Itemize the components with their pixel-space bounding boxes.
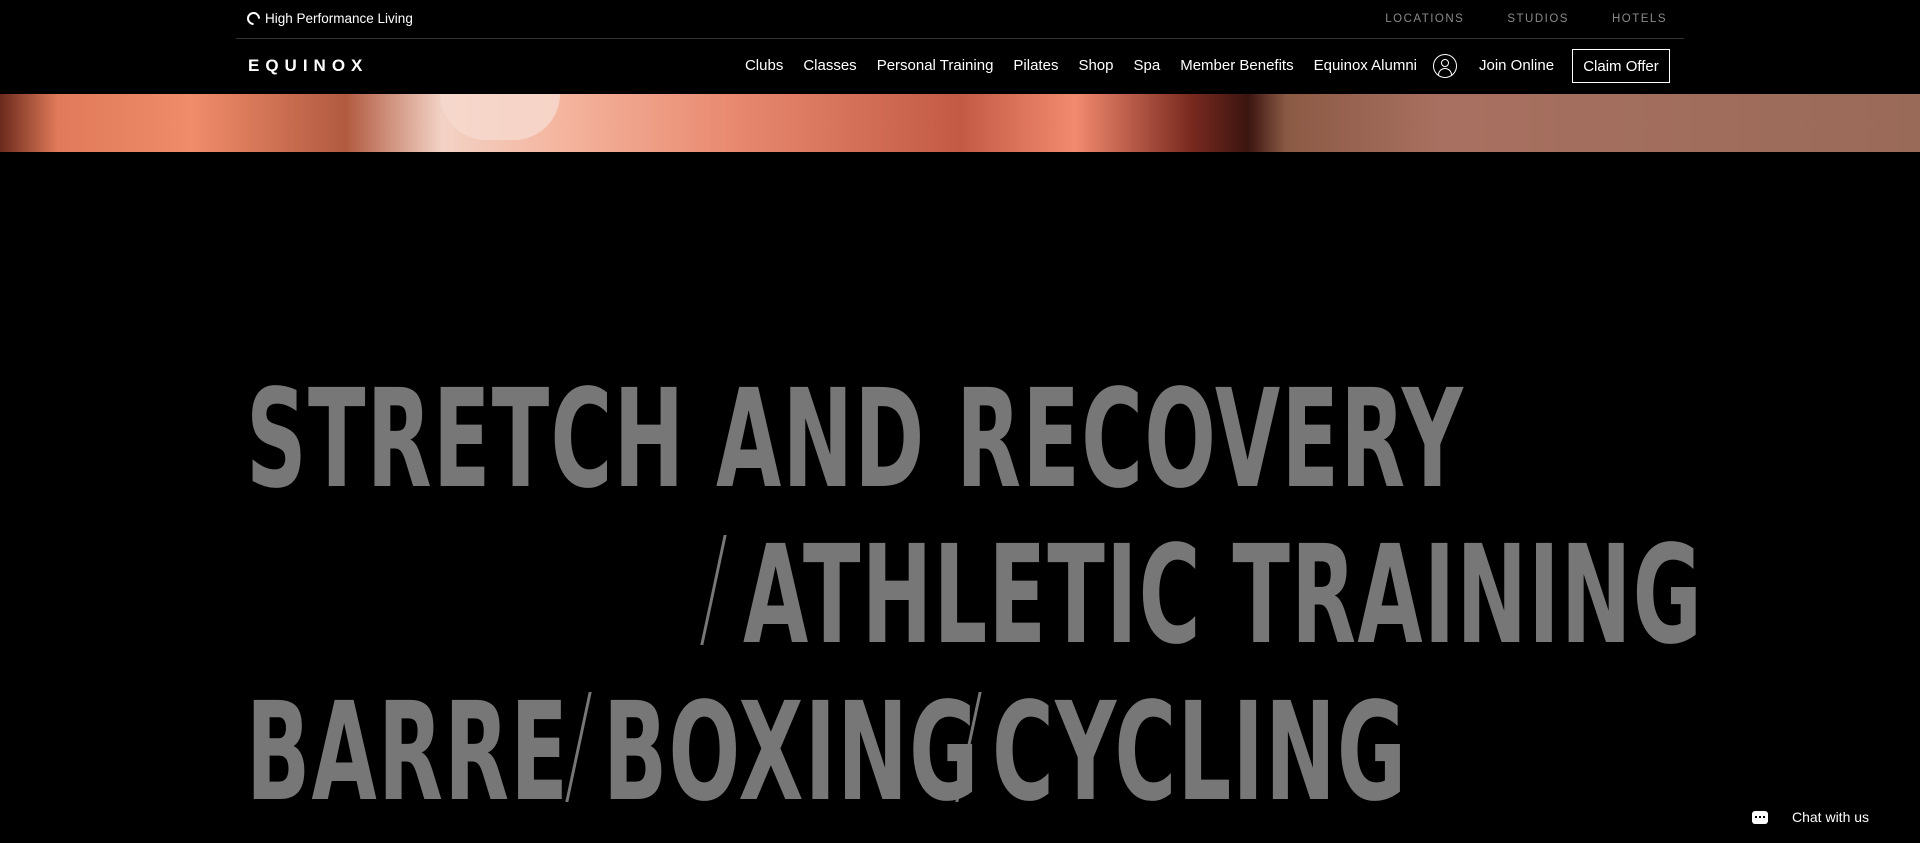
tagline-text: High Performance Living: [265, 11, 413, 26]
hero-image-highlight: [440, 94, 560, 140]
studios-link[interactable]: STUDIOS: [1507, 13, 1569, 25]
claim-offer-button[interactable]: Claim Offer: [1572, 49, 1670, 83]
hero-image-strip: [0, 94, 1920, 152]
chat-label: Chat with us: [1792, 809, 1870, 825]
nav-spa[interactable]: Spa: [1134, 57, 1161, 74]
utility-links: LOCATIONS STUDIOS HOTELS: [1385, 13, 1667, 25]
nav-equinox-alumni[interactable]: Equinox Alumni: [1314, 57, 1417, 74]
hotels-link[interactable]: HOTELS: [1612, 13, 1667, 25]
main-navbar: EQUINOX Clubs Classes Personal Training …: [0, 39, 1920, 94]
nav-pilates[interactable]: Pilates: [1013, 57, 1058, 74]
nav-classes[interactable]: Classes: [803, 57, 856, 74]
nav-member-benefits[interactable]: Member Benefits: [1180, 57, 1293, 74]
headline-cycling[interactable]: CYCLING: [992, 685, 1407, 821]
account-body-shape: [1438, 68, 1452, 75]
headline-boxing[interactable]: BOXING: [603, 685, 980, 821]
chat-widget-button[interactable]: Chat with us: [1752, 809, 1869, 825]
account-icon[interactable]: [1433, 54, 1457, 78]
primary-nav: Clubs Classes Personal Training Pilates …: [745, 57, 1417, 74]
headline-athletic-training[interactable]: ATHLETIC TRAINING: [743, 528, 1703, 664]
headline-barre[interactable]: BARRE: [246, 685, 569, 821]
nav-clubs[interactable]: Clubs: [745, 57, 783, 74]
nav-shop[interactable]: Shop: [1078, 57, 1113, 74]
high-performance-link[interactable]: High Performance Living: [244, 9, 413, 28]
locations-link[interactable]: LOCATIONS: [1385, 13, 1464, 25]
equinox-logo[interactable]: EQUINOX: [248, 56, 368, 76]
slash-divider-1: [700, 535, 727, 645]
join-online-link[interactable]: Join Online: [1479, 57, 1554, 74]
top-utility-bar: High Performance Living LOCATIONS STUDIO…: [0, 0, 1920, 38]
ring-icon: [244, 9, 263, 28]
slash-divider-2: [565, 692, 592, 802]
account-head-shape: [1441, 59, 1449, 67]
chat-bubble-icon: [1752, 810, 1768, 824]
nav-personal-training[interactable]: Personal Training: [877, 57, 994, 74]
headline-stretch-recovery[interactable]: STRETCH AND RECOVERY: [246, 372, 1464, 508]
